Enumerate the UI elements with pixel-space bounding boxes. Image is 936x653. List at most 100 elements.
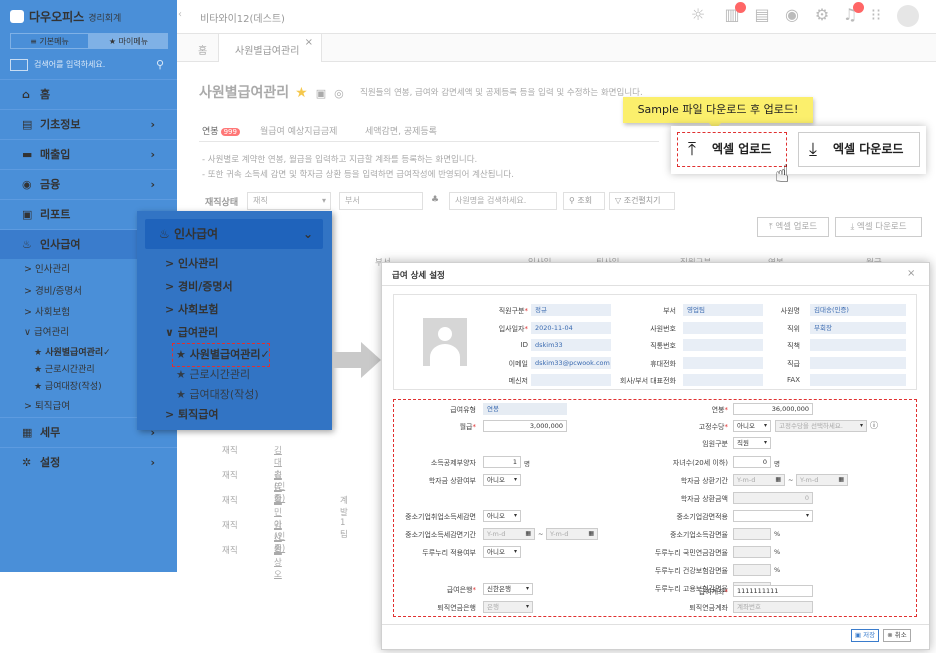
nav-finance[interactable]: ◉ 금융 › (0, 169, 177, 199)
search-icon[interactable]: ⚲ (156, 57, 164, 73)
nav-payroll-ledger[interactable]: ★ 급여대장(작성) (34, 378, 102, 396)
close-icon[interactable]: × (907, 268, 915, 279)
table-row[interactable]: 재직 김민아(인증) 계발1팀 (222, 494, 348, 554)
app-logo[interactable]: 다우오피스 경리회계 (10, 8, 121, 25)
status-select[interactable]: 재직 ▾ (247, 192, 331, 210)
retirement-bank-label: 퇴직연금은행 (437, 604, 476, 612)
doc-icon[interactable]: ▣ (316, 87, 326, 100)
nav-home[interactable]: ⌂ 홈 (0, 79, 177, 109)
calendar-icon[interactable]: ▤ (752, 5, 772, 25)
save-button[interactable]: ▣ 저장 (851, 629, 879, 642)
gift-icon[interactable]: ▥ (722, 2, 746, 25)
nav-employee-payroll[interactable]: ★ 사원별급여관리✓ (34, 344, 111, 362)
table-row[interactable]: 재직 김대송(인증) (222, 444, 285, 504)
nav-hr-manage[interactable]: > 인사관리 (24, 261, 70, 279)
sme-end-date[interactable]: Y-m-d ▦ (546, 528, 598, 540)
company-name[interactable]: 비타와이12(데스트) (200, 10, 285, 25)
employee-name-link[interactable]: 김상오 (274, 544, 282, 580)
table-row[interactable]: 재직 김상오 (222, 544, 282, 580)
sidebar-search[interactable]: 검색어를 입력하세요. ⚲ (10, 57, 168, 73)
table-row[interactable]: 재직 김동학 (222, 469, 282, 505)
monthly-salary-input[interactable]: 3,000,000 (483, 420, 567, 432)
retirement-bank-select[interactable]: 은행 ▾ (483, 601, 533, 613)
callout-tooltip: Sample 파일 다운로드 후 업로드! (623, 97, 813, 130)
employee-search-input[interactable]: 사원명을 검색하세요. (449, 192, 557, 210)
sun-icon[interactable]: ☼ (688, 5, 708, 25)
dependents-label: 소득공제부양자 (430, 459, 476, 467)
nav-basic-info[interactable]: ▤ 기초정보 › (0, 109, 177, 139)
star-icon[interactable]: ★ (295, 85, 308, 101)
excel-upload-button[interactable]: ⤒ 엑셀 업로드 (757, 217, 829, 237)
table-row[interactable]: 재직 김사원 (222, 519, 282, 555)
flyout-hr-manage[interactable]: > 인사관리 (165, 254, 219, 274)
repay-amount-input[interactable]: 0 (733, 492, 813, 504)
flyout-payroll-ledger[interactable]: ★ 급여대장(작성) (176, 385, 259, 405)
student-loan-select[interactable]: 아니오 ▾ (483, 474, 521, 486)
bell-icon[interactable]: ♫ (840, 2, 864, 25)
excel-download-button[interactable]: ⤓ 엑셀 다운로드 (835, 217, 922, 237)
repay-start-date[interactable]: Y-m-d ▦ (733, 474, 785, 486)
settings-icon[interactable]: ⚙ (812, 5, 832, 25)
nav-payroll-manage[interactable]: ∨ 급여관리 (24, 324, 69, 342)
subtab-tax-reduction[interactable]: 세액감면, 공제등록 (365, 124, 437, 137)
duru-pension-input[interactable] (733, 546, 771, 558)
subtab-salary[interactable]: 연봉 999 (202, 124, 240, 137)
account-input[interactable]: 1111111111 (733, 585, 813, 597)
download-icon: ⤓ (809, 139, 817, 160)
avatar[interactable] (897, 5, 919, 27)
sme-apply-label: 중소기업감면적용 (676, 513, 728, 521)
list-view-icon[interactable] (10, 58, 28, 71)
children-input[interactable]: 0 (733, 456, 771, 468)
flyout-work-hours[interactable]: ★ 근로시간관리 (176, 365, 250, 385)
sme-apply-select[interactable]: ▾ (733, 510, 813, 522)
org-icon[interactable]: ♣ (431, 195, 439, 205)
fixed-allowance-picker[interactable]: 고정수당을 선택하세요. ▾ (775, 420, 867, 432)
sme-reduction-select[interactable]: 아니오 ▾ (483, 510, 521, 522)
info-icon[interactable]: ⓘ (870, 420, 878, 431)
apps-grid-icon[interactable]: ⁝⁝ (866, 5, 886, 25)
collapse-icon[interactable]: ‹ (178, 9, 182, 20)
filter-bar: 재직상태 재직 ▾ 부서 ♣ 사원명을 검색하세요. ⚲ 조회 ▽ 조건펼치기 (199, 190, 679, 212)
cancel-button[interactable]: ⊗ 취소 (883, 629, 911, 642)
home-icon: ⌂ (22, 88, 30, 101)
nav-work-hours[interactable]: ★ 근로시간관리 (34, 361, 95, 379)
eye-icon[interactable]: ◉ (782, 5, 802, 25)
unit-label: % (774, 530, 781, 538)
duru-select[interactable]: 아니오 ▾ (483, 546, 521, 558)
flyout-social-insurance[interactable]: > 사회보험 (165, 300, 219, 320)
subtab-monthly-estimate[interactable]: 월급여 예상지급금제 (260, 124, 337, 137)
repay-end-date[interactable]: Y-m-d ▦ (796, 474, 848, 486)
flyout-header[interactable]: ♨ 인사급여 ⌄ (145, 219, 323, 249)
duru-health-input[interactable] (733, 564, 771, 576)
nav-retirement[interactable]: > 퇴직급여 (24, 398, 70, 416)
excel-download-button[interactable]: ⤓ 엑셀 다운로드 (798, 132, 920, 167)
expand-conditions-button[interactable]: ▽ 조건펼치기 (609, 192, 675, 210)
dept-select[interactable]: 부서 (339, 192, 423, 210)
flyout-payroll-manage[interactable]: ∨ 급여관리 (165, 323, 218, 343)
annual-salary-input[interactable]: 36,000,000 (733, 403, 813, 415)
tab-employee-payroll[interactable]: 사원별급여관리 × (218, 34, 322, 62)
tab-basic-menu[interactable]: ≡ 기본메뉴 (10, 33, 89, 49)
executive-select[interactable]: 직원 ▾ (733, 437, 771, 449)
flyout-retirement[interactable]: > 퇴직급여 (165, 405, 219, 425)
fixed-allowance-select[interactable]: 아니오 ▾ (733, 420, 771, 432)
search-input[interactable]: 검색어를 입력하세요. (34, 60, 105, 69)
nav-sales[interactable]: ▬ 매출입 › (0, 139, 177, 169)
bank-select[interactable]: 신한은행 ▾ (483, 583, 533, 595)
tab-home[interactable]: 홈 (198, 42, 207, 57)
calculator-icon: ▦ (22, 426, 33, 439)
excel-upload-button[interactable]: ⤒ 엑셀 업로드 (677, 132, 787, 167)
dependents-input[interactable]: 1 (483, 456, 521, 468)
nav-expense[interactable]: > 경비/증명서 (24, 283, 82, 301)
flyout-expense[interactable]: > 경비/증명서 (165, 277, 233, 297)
nav-settings[interactable]: ✲ 설정 › (0, 447, 177, 477)
sme-rate-input[interactable] (733, 528, 771, 540)
search-button[interactable]: ⚲ 조회 (563, 192, 605, 210)
retirement-account-input[interactable]: 계좌번호 (733, 601, 813, 613)
sme-start-date[interactable]: Y-m-d ▦ (483, 528, 535, 540)
upload-icon: ⤒ (688, 139, 696, 160)
tab-my-menu[interactable]: ★ 마이메뉴 (89, 33, 168, 49)
nav-social-insurance[interactable]: > 사회보험 (24, 304, 70, 322)
help-icon[interactable]: ◎ (334, 87, 344, 100)
close-icon[interactable]: × (305, 37, 313, 48)
